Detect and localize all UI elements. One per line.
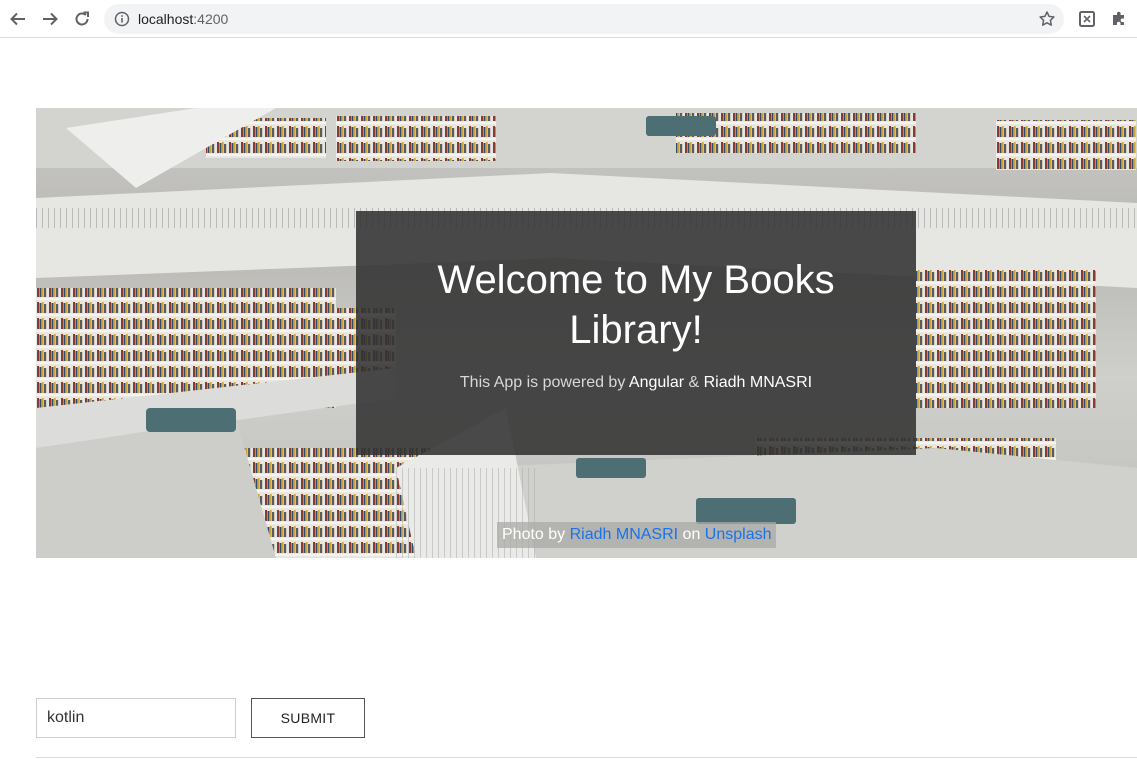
url-port: :4200 (193, 11, 229, 27)
url-text: localhost:4200 (138, 11, 228, 27)
forward-arrow-icon[interactable] (38, 7, 62, 31)
subtitle-prefix: This App is powered by (459, 374, 629, 391)
welcome-title-line2: Library! (569, 308, 703, 352)
credit-site-link[interactable]: Unsplash (705, 526, 772, 543)
welcome-title-line1: Welcome to My Books (437, 258, 835, 302)
subtitle-tech: Angular (628, 374, 685, 391)
credit-author-link[interactable]: Riadh MNASRI (570, 526, 678, 543)
hero-banner: Welcome to My Books Library! This App is… (36, 108, 1137, 558)
welcome-subtitle: This App is powered by Angular & Riadh M… (356, 373, 916, 393)
divider (36, 757, 1137, 758)
puzzle-icon[interactable] (1107, 7, 1131, 31)
submit-button[interactable]: SUBMIT (251, 698, 365, 738)
welcome-title: Welcome to My Books Library! (356, 255, 916, 355)
reload-icon[interactable] (70, 7, 94, 31)
address-bar[interactable]: localhost:4200 (104, 4, 1064, 34)
photo-credit: Photo by Riadh MNASRI on Unsplash (497, 522, 777, 548)
credit-mid: on (678, 526, 705, 543)
back-arrow-icon[interactable] (6, 7, 30, 31)
browser-toolbar: localhost:4200 (0, 0, 1137, 38)
subtitle-author: Riadh MNASRI (703, 374, 813, 391)
url-host: localhost (138, 11, 194, 27)
info-icon[interactable] (114, 11, 130, 32)
extension-icon[interactable] (1075, 7, 1099, 31)
search-input[interactable] (36, 698, 236, 738)
star-icon[interactable] (1038, 10, 1056, 33)
subtitle-amp: & (684, 374, 704, 391)
welcome-panel: Welcome to My Books Library! This App is… (356, 211, 916, 455)
credit-prefix: Photo by (502, 526, 570, 543)
